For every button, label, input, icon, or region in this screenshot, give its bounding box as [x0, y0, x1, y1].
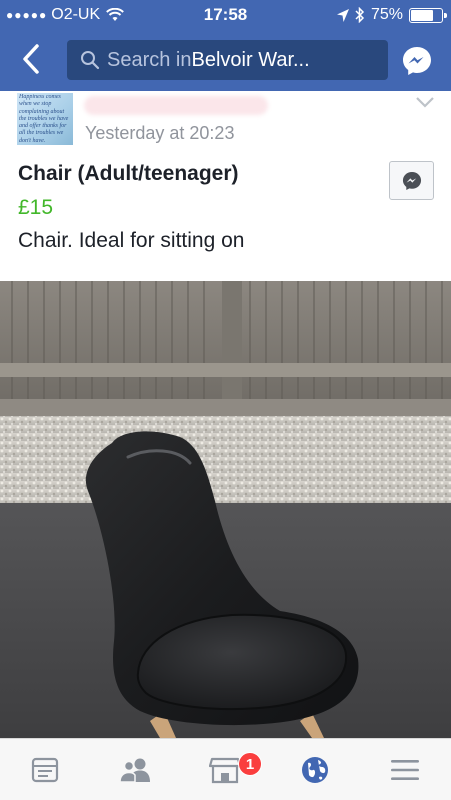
marketplace-icon — [209, 757, 241, 784]
listing-description: Chair. Ideal for sitting on — [18, 229, 245, 252]
bottom-tab-bar — [0, 738, 451, 800]
chair-photo-illustration — [0, 281, 451, 738]
news-feed-icon — [31, 757, 59, 783]
top-header: ●●●●● O2-UK 17:58 75% Search in Belvoir … — [0, 0, 451, 91]
search-input[interactable]: Search in Belvoir War... — [67, 40, 388, 80]
tab-menu[interactable] — [385, 753, 425, 787]
tab-friends[interactable] — [115, 753, 155, 787]
battery-fill — [411, 9, 433, 21]
search-placeholder: Search in — [107, 48, 192, 71]
listing-photo[interactable] — [0, 281, 451, 738]
friends-icon — [119, 758, 150, 783]
chevron-down-icon[interactable] — [415, 96, 435, 108]
globe-icon — [302, 757, 328, 783]
messenger-icon[interactable] — [400, 44, 434, 78]
message-seller-button[interactable] — [389, 161, 434, 200]
tab-explore[interactable] — [295, 753, 335, 787]
battery-percent: 75% — [370, 6, 403, 23]
battery-icon — [409, 7, 447, 23]
menu-icon — [391, 760, 419, 780]
tab-news-feed[interactable] — [25, 753, 65, 787]
search-icon — [81, 51, 100, 70]
listing-title: Chair (Adult/teenager) — [18, 162, 239, 185]
poster-name-redacted[interactable] — [84, 96, 268, 115]
avatar-quote-text: Happiness comes when we stop complaining… — [19, 94, 69, 144]
bluetooth-icon — [355, 7, 365, 23]
back-button[interactable] — [16, 42, 46, 76]
status-bar: ●●●●● O2-UK 17:58 75% — [0, 0, 451, 30]
post-timestamp[interactable]: Yesterday at 20:23 — [85, 123, 234, 144]
marketplace-notification-badge: 1 — [238, 752, 262, 776]
location-arrow-icon — [336, 8, 349, 22]
search-group-name: Belvoir War... — [191, 48, 310, 71]
status-right: 75% — [336, 6, 447, 24]
poster-avatar[interactable]: Happiness comes when we stop complaining… — [17, 93, 73, 145]
listing-price: £15 — [18, 196, 54, 219]
messenger-icon — [402, 171, 421, 190]
